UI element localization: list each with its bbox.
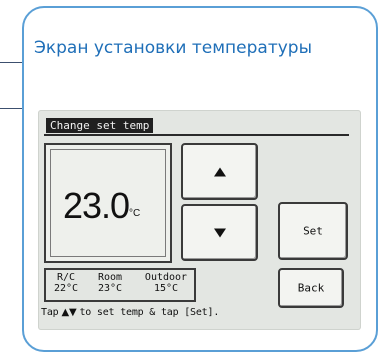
up-down-arrows-icon: ▲▼ bbox=[61, 307, 77, 318]
set-temperature-value: 23.0 bbox=[63, 185, 130, 226]
room-label: Room bbox=[97, 272, 123, 283]
back-button[interactable]: Back bbox=[278, 268, 344, 308]
decrease-temp-button[interactable] bbox=[181, 204, 258, 261]
rc-value: 22°C bbox=[53, 283, 79, 294]
controller-lcd-screen: Change set temp 23.0 °C Set R/C 22°C Roo… bbox=[38, 110, 361, 330]
set-button[interactable]: Set bbox=[278, 202, 348, 260]
increase-temp-button[interactable] bbox=[181, 143, 258, 200]
rc-label: R/C bbox=[56, 272, 76, 283]
callout-title: Экран установки температуры bbox=[34, 38, 312, 58]
triangle-up-icon bbox=[213, 167, 226, 176]
hint-suffix: to set temp & tap [Set]. bbox=[79, 307, 220, 318]
outdoor-value: 15°C bbox=[153, 283, 179, 294]
back-button-label: Back bbox=[297, 281, 325, 295]
outdoor-label: Outdoor bbox=[144, 272, 188, 283]
temperature-unit: °C bbox=[129, 208, 141, 219]
set-temperature-display: 23.0 °C bbox=[44, 143, 172, 263]
triangle-down-icon bbox=[213, 228, 226, 237]
room-temperature: Room 23°C bbox=[90, 272, 130, 294]
rc-temperature: R/C 22°C bbox=[51, 272, 81, 294]
set-button-label: Set bbox=[303, 224, 323, 238]
screen-header: Change set temp bbox=[46, 118, 154, 133]
outdoor-temperature: Outdoor 15°C bbox=[138, 272, 194, 294]
temperature-status-box: R/C 22°C Room 23°C Outdoor 15°C bbox=[44, 268, 196, 302]
header-divider bbox=[44, 134, 349, 136]
instruction-hint: Tap ▲▼ to set temp & tap [Set]. bbox=[41, 307, 219, 318]
hint-prefix: Tap bbox=[41, 307, 59, 318]
room-value: 23°C bbox=[97, 283, 123, 294]
